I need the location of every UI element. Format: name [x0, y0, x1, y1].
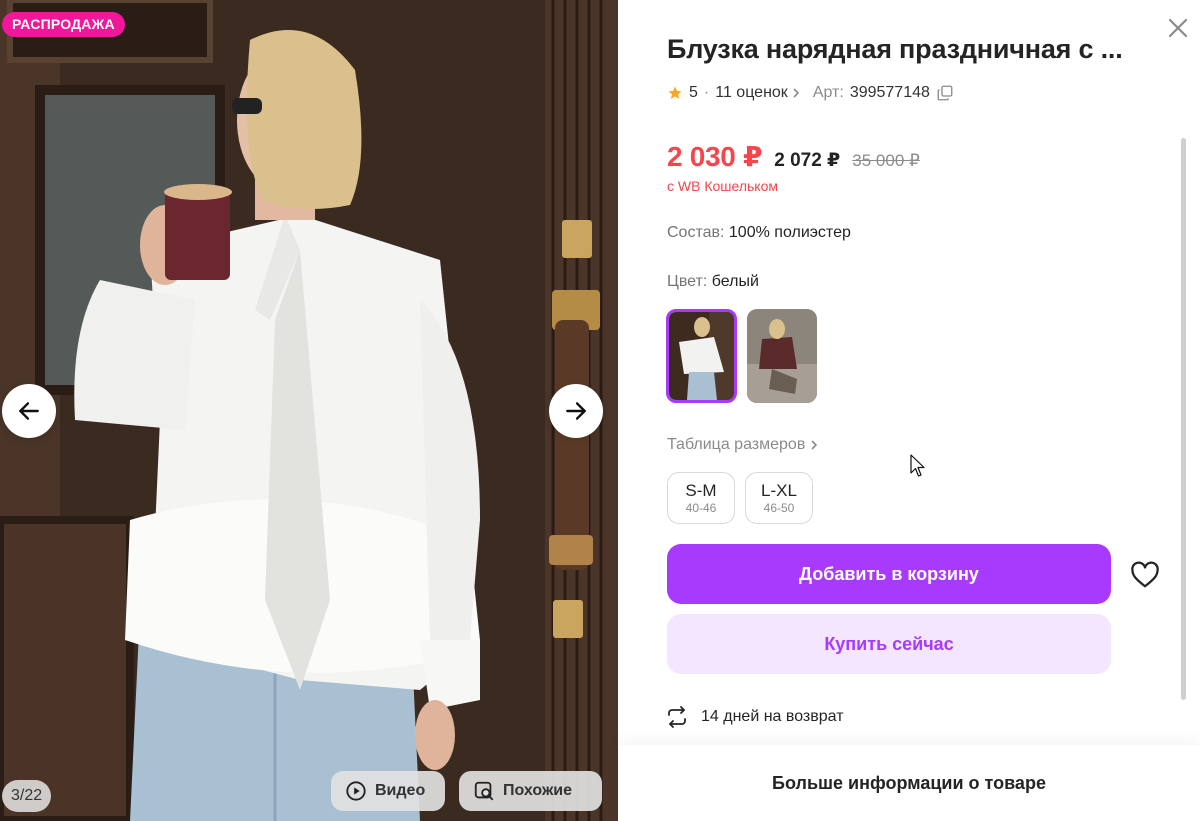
swatch-thumbnail [747, 309, 817, 403]
arrow-left-icon [19, 402, 39, 420]
similar-button[interactable]: Похожие [459, 771, 602, 811]
product-details: Блузка нарядная праздничная с ... 5 · 11… [618, 0, 1200, 821]
product-meta: 5 · 11 оценок Арт: 399577148 [667, 84, 954, 102]
size-value: L-XL [761, 480, 797, 500]
product-title: Блузка нарядная праздничная с ... [667, 34, 1123, 64]
color-value: белый [711, 273, 759, 290]
product-gallery: РАСПРОДАЖА 3/22 Видео Похожие [0, 0, 618, 821]
returns-info: 14 дней на возврат [665, 705, 844, 729]
size-value: S-M [685, 480, 717, 500]
color-line: Цвет: белый [667, 273, 759, 291]
size-ru: 40-46 [685, 500, 717, 515]
reviews-count: 11 оценок [715, 84, 788, 101]
next-photo-button[interactable] [549, 384, 603, 438]
prev-photo-button[interactable] [2, 384, 56, 438]
copy-icon[interactable] [936, 84, 954, 102]
video-label: Видео [375, 782, 426, 799]
size-ru: 46-50 [763, 500, 795, 515]
returns-label: 14 дней на возврат [701, 708, 844, 725]
photo-counter: 3/22 [2, 780, 52, 812]
article-label: Арт: [812, 84, 844, 101]
favorite-button[interactable] [1127, 558, 1163, 592]
sale-badge: РАСПРОДАЖА [2, 12, 125, 37]
regular-price: 2 072 ₽ [774, 150, 841, 171]
wallet-note: с WB Кошельком [667, 178, 778, 194]
price-row: 2 030 ₽ 2 072 ₽ 35 000 ₽ [667, 140, 920, 173]
heart-icon [1131, 561, 1159, 588]
size-option-s-m[interactable]: S-M 40-46 [667, 472, 735, 524]
return-arrows-icon [668, 706, 686, 728]
composition-label: Состав: [667, 224, 725, 241]
article-number: 399577148 [849, 84, 930, 101]
old-price: 35 000 ₽ [852, 151, 920, 170]
scrollbar[interactable] [1181, 138, 1186, 700]
size-table-link[interactable]: Таблица размеров [667, 436, 819, 454]
play-icon [346, 781, 366, 801]
similar-label: Похожие [503, 782, 573, 799]
size-table-label: Таблица размеров [667, 436, 806, 453]
star-icon [668, 86, 682, 99]
swatch-thumbnail [669, 312, 734, 400]
video-button[interactable]: Видео [331, 771, 445, 811]
mouse-cursor-icon [910, 454, 925, 477]
reviews-link[interactable]: 11 оценок [715, 84, 801, 102]
color-label: Цвет: [667, 273, 708, 290]
add-to-cart-button[interactable]: Добавить в корзину [667, 544, 1111, 604]
color-swatch-white[interactable] [666, 309, 737, 403]
arrow-right-icon [566, 402, 586, 420]
rating-value: 5 [689, 84, 698, 101]
close-icon [1168, 18, 1188, 38]
size-option-l-xl[interactable]: L-XL 46-50 [745, 472, 813, 524]
chevron-right-icon [811, 440, 818, 450]
close-button[interactable] [1166, 16, 1190, 40]
chevron-right-icon [793, 88, 799, 98]
more-info-button[interactable]: Больше информации о товаре [618, 745, 1200, 821]
color-swatch-other[interactable] [747, 309, 817, 403]
meta-separator: · [703, 84, 710, 101]
search-similar-icon [474, 781, 494, 801]
composition-value: 100% полиэстер [728, 224, 851, 241]
buy-now-button[interactable]: Купить сейчас [667, 614, 1111, 674]
product-photo [0, 0, 618, 821]
wallet-price: 2 030 ₽ [667, 141, 763, 172]
composition: Состав: 100% полиэстер [667, 224, 851, 242]
